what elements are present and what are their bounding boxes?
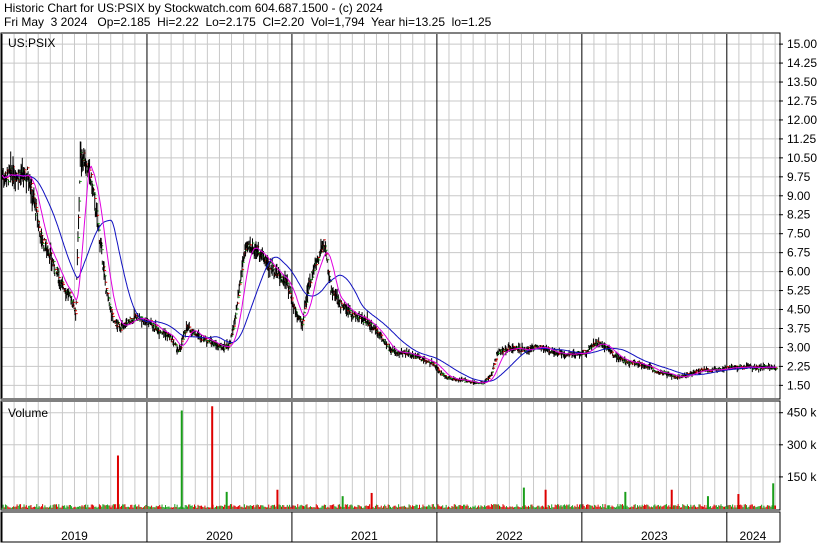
chart-container: Historic Chart for US:PSIX by Stockwatch… [0,0,830,543]
price-tick-label: 14.25 [787,56,817,70]
price-tick-label: 1.50 [787,378,811,392]
year-label: 2022 [496,529,523,543]
price-tick-label: 6.00 [787,265,811,279]
price-tick-label: 3.75 [787,321,811,335]
price-bars [1,141,779,385]
year-label: 2020 [206,529,233,543]
price-tick-label: 9.00 [787,189,811,203]
price-tick-label: 7.50 [787,227,811,241]
volume-tick-label: 450 k [787,406,817,420]
price-tick-label: 5.25 [787,284,811,298]
price-tick-label: 11.25 [787,132,816,146]
volume-label: Volume [8,406,48,420]
price-tick-label: 12.75 [787,94,817,108]
price-tick-label: 8.25 [787,208,811,222]
price-tick-label: 3.00 [787,340,811,354]
price-panel-frame [0,32,781,400]
price-tick-label: 4.50 [787,303,811,317]
year-label: 2024 [740,529,767,543]
volume-axis: 450 k 300 k 150 k [779,406,817,484]
year-label: 2023 [641,529,668,543]
price-tick-label: 6.75 [787,246,811,260]
price-axis: 15.00 14.25 13.50 12.75 12.00 11.25 10.50 9.75 9… [779,37,817,392]
price-tick-label: 9.75 [787,170,811,184]
price-volume-chart: US:PSIX Volume 15.00 14.25 13.50 12.75 12.00… [0,32,817,543]
volume-tick-label: 150 k [787,470,817,484]
price-tick-label: 10.50 [787,151,817,165]
year-label: 2019 [61,529,88,543]
price-tick-label: 12.00 [787,113,817,127]
volume-tick-label: 300 k [787,438,817,452]
year-label: 2021 [351,529,378,543]
symbol-label: US:PSIX [8,36,55,50]
price-tick-label: 15.00 [787,37,817,51]
time-axis: 2019 2020 2021 2022 2023 2024 [1,512,767,543]
price-tick-label: 2.25 [787,359,811,373]
price-tick-label: 13.50 [787,75,817,89]
